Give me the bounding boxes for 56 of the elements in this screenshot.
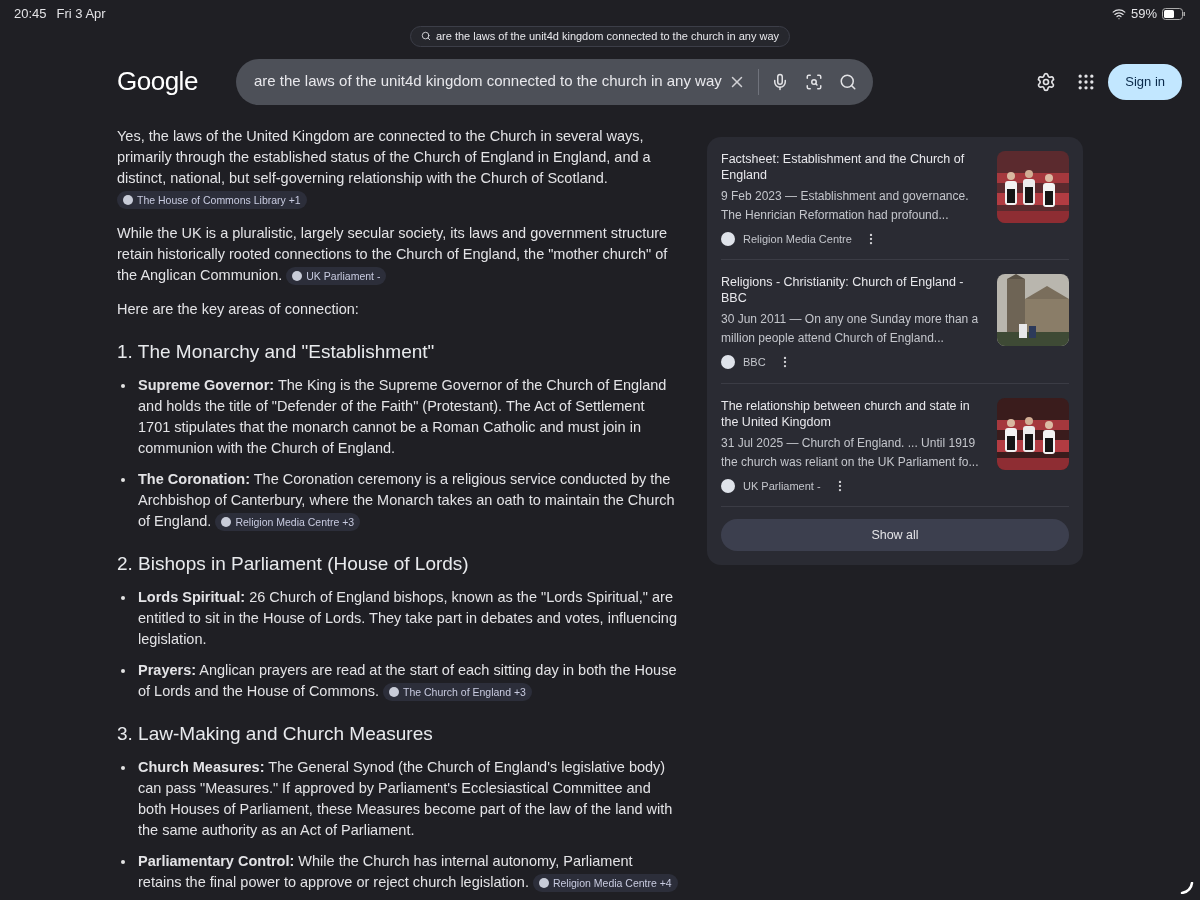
resize-handle-icon[interactable] <box>1180 882 1194 894</box>
section-heading: 1. The Monarchy and "Establishment" <box>117 339 436 364</box>
answer-paragraph: Yes, the laws of the United Kingdom are connected to the Church in several ways, primarily through the established status of the Church of England in England, and a distinct, national, but self-governing relationship with the Church of Scotland. The House of Commons Library +1 <box>117 125 679 210</box>
source-logo-icon <box>389 686 400 697</box>
bullet-icon <box>121 859 125 864</box>
source-snippet: 30 Jun 2011 — On any one Sunday more than a million people attend Church of England... <box>721 311 980 347</box>
source-logo-icon <box>721 355 735 370</box>
bullet-text: Supreme Governor: The King is the Supreme Governor of the Church of England and holds the title of "Defender of the Faith" (Protestant). The Act of Settlement 1701 stipulates that the monarch cannot be a Roman Catholic and must join in communion with the Church of England. <box>138 375 668 458</box>
wifi-icon <box>1111 7 1126 21</box>
source-name[interactable]: UK Parliament - <box>743 477 821 494</box>
google-logo[interactable]: Google <box>117 62 236 101</box>
source-name[interactable]: BBC <box>743 354 766 371</box>
url-pill[interactable]: are the laws of the unit4d kingdom connected to the church in any way <box>409 26 790 47</box>
source-logo-icon <box>221 516 232 527</box>
status-date: Fri 3 Apr <box>56 5 106 24</box>
source-snippet: 31 Jul 2025 — Church of England. ... Until 1919 the church was reliant on the UK Parliament fo... <box>721 434 980 471</box>
bullet-text: Church Measures: The General Synod (the Church of England's legislative body) can pass "Measures." If approved by Parliament's Ecclesiastical Committee and both Houses of Parliament, these Measures become part of the law of the land with the same authority as an Act of Parliament. <box>138 757 674 840</box>
bullet-text: Parliamentary Control: While the Church has internal autonomy, Parliament retains the final power to approve or reject church legislation. Religion Media Centre +4 <box>138 850 679 893</box>
battery-icon <box>1162 8 1186 20</box>
show-all-button[interactable]: Show all <box>721 519 1069 551</box>
bullet-icon <box>121 668 125 673</box>
source-snippet: 9 Feb 2023 — Establishment and governance. The Henrician Reformation had profound... <box>721 187 970 224</box>
source-title[interactable]: Religions - Christianity: Church of England - BBC <box>721 274 989 306</box>
search-icon[interactable] <box>839 72 857 91</box>
microphone-icon[interactable] <box>771 72 789 91</box>
source-logo-icon <box>292 270 303 281</box>
section-heading: 2. Bishops in Parliament (House of Lords) <box>117 551 470 576</box>
source-name[interactable]: Religion Media Centre <box>743 230 852 247</box>
answer-paragraph: While the UK is a pluralistic, largely secular society, its laws and government structure retain historically rooted connections to the Church of England, the "mother church" of the Anglican Communion. UK Parliament - <box>117 223 669 286</box>
bullet-icon <box>121 383 125 388</box>
bullet-text: Lords Spiritual: 26 Church of England bishops, known as the "Lords Spiritual," are entitled to sit in the House of Lords. They take part in debates and votes, influencing legislation. <box>138 587 678 649</box>
settings-icon[interactable] <box>1036 71 1057 92</box>
bullet-icon <box>121 477 125 482</box>
camera-search-icon[interactable] <box>805 72 823 91</box>
bullet-icon <box>121 595 125 600</box>
citation-chip[interactable]: Religion Media Centre +4 <box>532 873 678 892</box>
section-heading: 3. Law-Making and Church Measures <box>117 721 434 746</box>
citation-chip[interactable]: Religion Media Centre +3 <box>215 512 361 531</box>
source-title[interactable]: Factsheet: Establishment and the Church of England <box>721 150 989 183</box>
search-field[interactable]: are the laws of the unit4d kingdom connected to the church in any way <box>236 58 873 105</box>
answer-paragraph: Here are the key areas of connection: <box>117 299 360 319</box>
search-icon <box>420 31 431 42</box>
citation-chip[interactable]: UK Parliament - <box>286 266 387 285</box>
citation-chip[interactable]: The House of Commons Library +1 <box>117 190 307 209</box>
bullet-icon <box>121 765 125 770</box>
bullet-text: Prayers: Anglican prayers are read at the start of each sitting day in both the House of Lords and the House of Commons. The Church of England +3 <box>138 660 678 702</box>
status-time: 20:45 <box>14 5 47 24</box>
battery-percent: 59% <box>1130 5 1157 24</box>
sign-in-button[interactable]: Sign in <box>1108 63 1182 100</box>
source-logo-icon <box>123 194 133 205</box>
source-logo-icon <box>721 478 735 493</box>
source-logo-icon <box>538 877 549 888</box>
bullet-text: The Coronation: The Coronation ceremony is a religious service conducted by the Archbishop of Canterbury, where the Monarch takes an oath to maintain the Church of England. Religion Media Centre +3 <box>138 469 676 532</box>
source-title[interactable]: The relationship between church and state in the United Kingdom <box>721 397 989 430</box>
citation-chip[interactable]: The Church of England +3 <box>383 682 532 701</box>
source-logo-icon <box>721 231 735 246</box>
